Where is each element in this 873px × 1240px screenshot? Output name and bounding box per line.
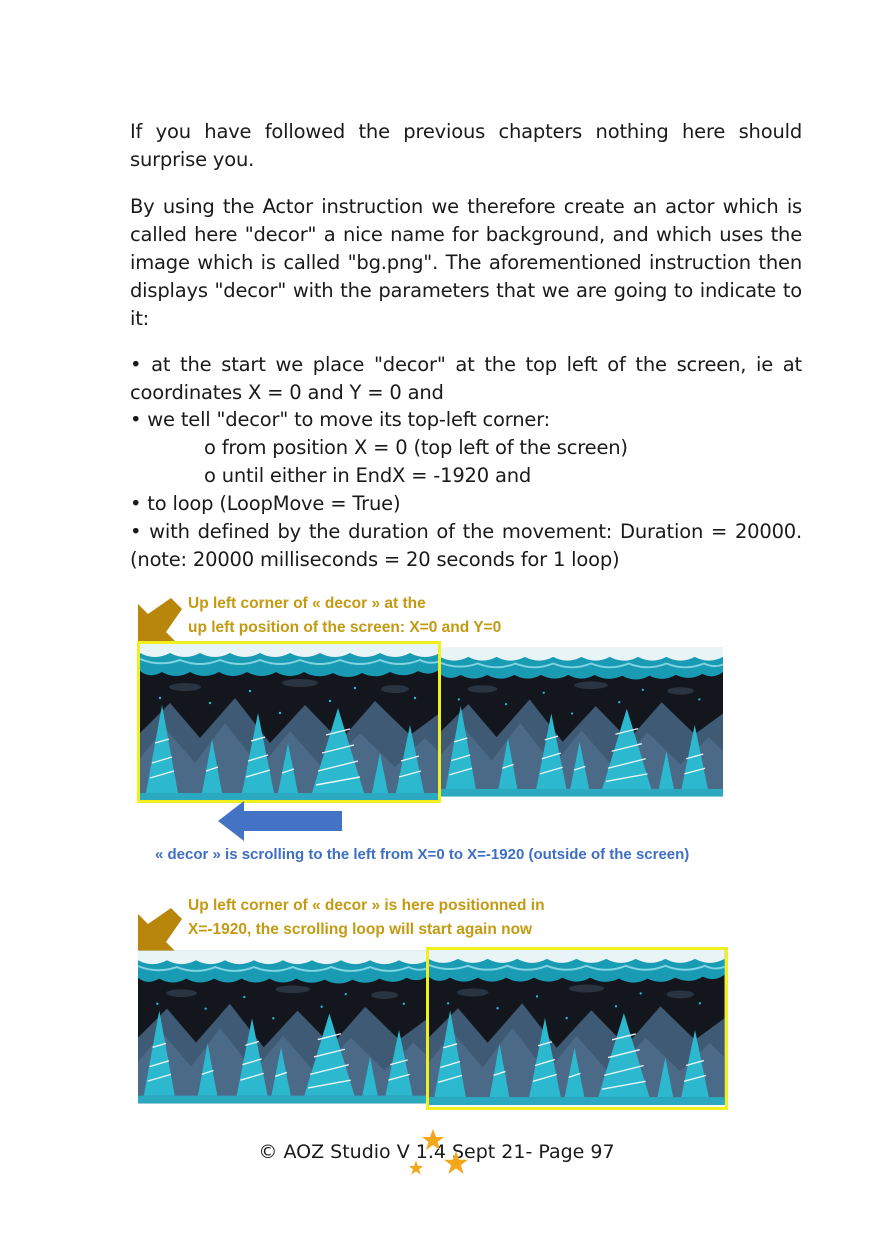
figure1-caption-line2: up left position of the screen: X=0 and …	[188, 619, 502, 636]
figure2-caption-line1: Up left corner of « decor » is here posi…	[188, 897, 545, 914]
bullet-start-position: • at the start we place "decor" at the t…	[130, 353, 802, 404]
gold-corner-arrow-icon	[138, 908, 182, 952]
actor-paragraph: By using the Actor instruction we theref…	[130, 195, 802, 330]
star-icon	[422, 1129, 444, 1150]
highlight-frame-loop	[426, 947, 728, 1110]
decor-image-scrolled	[138, 949, 428, 1105]
intro-paragraph: If you have followed the previous chapte…	[130, 120, 802, 171]
bullet-move-corner: • we tell "decor" to move its top-left c…	[130, 408, 551, 431]
figure1-caption-line1: Up left corner of « decor » at the	[188, 595, 426, 612]
gold-corner-arrow-icon	[138, 598, 182, 642]
figure2-caption-line2: X=-1920, the scrolling loop will start a…	[188, 921, 533, 938]
star-icon	[408, 1160, 424, 1175]
highlight-frame-start	[137, 641, 441, 803]
decor-image-repeat	[440, 646, 723, 798]
bullet-loop: • to loop (LoopMove = True)	[130, 492, 401, 515]
scroll-left-arrow-icon	[218, 801, 342, 841]
sub-bullet-from: o from position X = 0 (top left of the s…	[204, 436, 628, 459]
star-icon	[444, 1151, 468, 1174]
scroll-description: « decor » is scrolling to the left from …	[155, 846, 690, 863]
sub-bullet-until: o until either in EndX = -1920 and	[204, 464, 532, 487]
bullet-duration: • with defined by the duration of the mo…	[130, 520, 802, 571]
